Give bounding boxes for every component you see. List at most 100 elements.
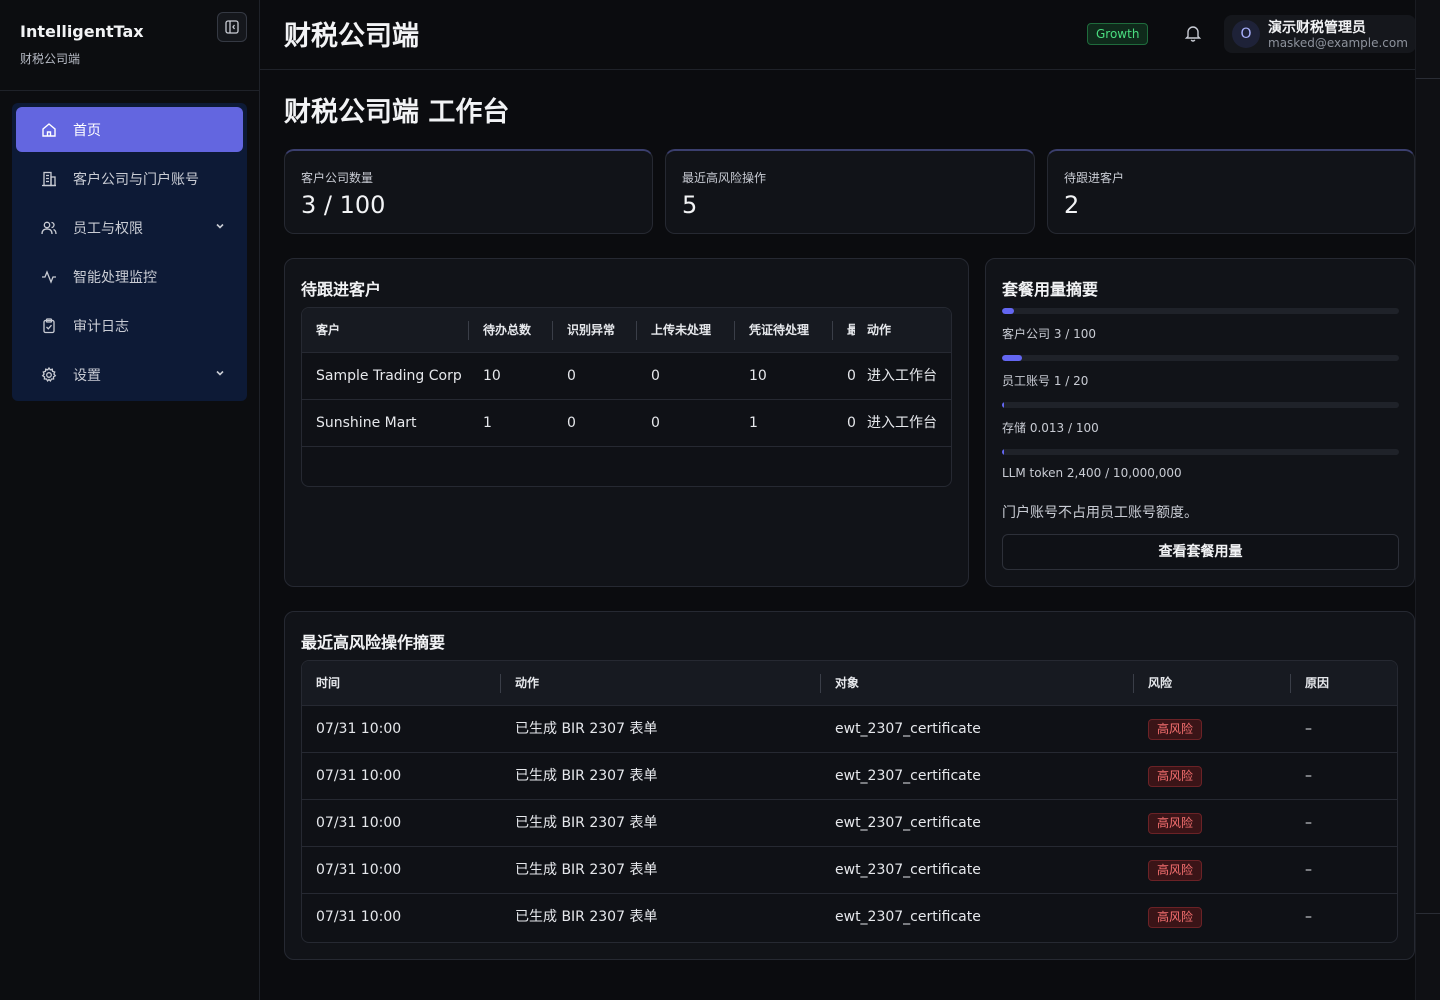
risk-badge: 高风险 [1148,765,1203,787]
home-icon [40,121,58,139]
progress-bar [1002,355,1399,361]
table-row: 07/31 10:00 已生成 BIR 2307 表单 ewt_2307_cer… [302,847,1397,894]
plan-badge: Growth [1087,23,1149,45]
sidebar-item-label: 智能处理监控 [73,269,157,286]
sidebar-collapse-button[interactable] [217,12,247,42]
usage-label: LLM token 2,400 / 10,000,000 [1002,466,1182,480]
section-title: 套餐用量摘要 [1002,280,1099,299]
followup-card: 待跟进客户 客户 待办总数 识别异常 上传未处理 凭证待处理 最 动作 Samp… [284,258,969,587]
risk-card: 最近高风险操作摘要 时间 动作 对象 风险 原因 07/31 10:00 已生成… [284,611,1415,960]
cell-risk: 高风险 [1148,894,1203,941]
column-header[interactable]: 对象 [835,661,859,706]
sidebar-item-staff[interactable]: 员工与权限 [16,205,243,250]
cell-object: ewt_2307_certificate [835,862,981,878]
cell-time: 07/31 10:00 [316,862,402,878]
risk-table: 时间 动作 对象 风险 原因 07/31 10:00 已生成 BIR 2307 … [301,660,1398,943]
column-header[interactable]: 风险 [1148,661,1172,706]
column-header[interactable]: 待办总数 [483,308,553,353]
stat-value: 2 [1064,191,1080,219]
column-header[interactable]: 动作 [515,661,539,706]
stat-label: 最近高风险操作 [682,171,767,185]
column-header[interactable]: 动作 [867,308,927,353]
stat-card-clients: 客户公司数量 3 / 100 [284,149,653,234]
sidebar-item-audit-log[interactable]: 审计日志 [16,303,243,348]
enter-workspace-link[interactable]: 进入工作台 [867,353,937,400]
column-header[interactable]: 原因 [1305,661,1329,706]
cell-risk: 高风险 [1148,847,1203,894]
cell-risk: 高风险 [1148,753,1203,800]
column-header[interactable]: 识别异常 [567,308,637,353]
progress-bar [1002,402,1399,408]
cell-reason: – [1305,909,1312,925]
stat-label: 客户公司数量 [301,171,374,185]
user-menu[interactable]: O 演示财税管理员 masked@example.com [1224,15,1416,53]
usage-item: LLM token 2,400 / 10,000,000 [1002,449,1399,480]
user-email: masked@example.com [1268,36,1408,50]
column-header[interactable]: 最 [847,308,855,353]
progress-fill [1002,402,1004,408]
risk-badge: 高风险 [1148,718,1203,740]
scrollbar[interactable] [1415,0,1440,1000]
section-title: 最近高风险操作摘要 [301,633,446,652]
progress-fill [1002,308,1014,314]
cell-time: 07/31 10:00 [316,721,402,737]
panel-left-icon [225,20,239,34]
cell-anomaly: 0 [567,415,576,431]
cell-risk: 高风险 [1148,800,1203,847]
cell-voucher: 1 [749,415,758,431]
table-row: Sample Trading Corp 10 0 0 10 0 进入工作台 [302,353,951,400]
progress-fill [1002,355,1022,361]
cell-reason: – [1305,721,1312,737]
cell-object: ewt_2307_certificate [835,909,981,925]
risk-badge: 高风险 [1148,906,1203,928]
table-row: 07/31 10:00 已生成 BIR 2307 表单 ewt_2307_cer… [302,894,1397,941]
sidebar-item-monitoring[interactable]: 智能处理监控 [16,254,243,299]
column-header[interactable]: 时间 [316,661,340,706]
bell-icon[interactable] [1184,24,1202,46]
cell-object: ewt_2307_certificate [835,721,981,737]
cell-last: 0 [847,400,855,447]
cell-time: 07/31 10:00 [316,909,402,925]
stat-value: 5 [682,191,698,219]
cell-action: 已生成 BIR 2307 表单 [515,768,658,784]
cell-reason: – [1305,815,1312,831]
table-header: 客户 待办总数 识别异常 上传未处理 凭证待处理 最 动作 [302,308,951,353]
cell-action: 已生成 BIR 2307 表单 [515,815,658,831]
sidebar-item-label: 首页 [73,122,101,139]
progress-bar [1002,308,1399,314]
activity-icon [40,268,58,286]
column-header[interactable]: 客户 [316,308,456,353]
table-row: 07/31 10:00 已生成 BIR 2307 表单 ewt_2307_cer… [302,800,1397,847]
cell-customer: Sunshine Mart [316,415,417,431]
section-title: 待跟进客户 [301,280,382,299]
usage-note: 门户账号不占用员工账号额度。 [1002,505,1198,521]
sidebar-item-settings[interactable]: 设置 [16,352,243,397]
usage-label: 客户公司 3 / 100 [1002,327,1097,341]
cell-object: ewt_2307_certificate [835,768,981,784]
enter-workspace-link[interactable]: 进入工作台 [867,400,937,447]
cell-action: 已生成 BIR 2307 表单 [515,862,658,878]
brand-subtitle: 财税公司端 [20,52,81,66]
sidebar-item-label: 审计日志 [73,318,129,335]
cell-total: 1 [483,415,492,431]
sidebar-divider [0,90,259,91]
cell-action: 已生成 BIR 2307 表单 [515,721,658,737]
column-header[interactable]: 上传未处理 [651,308,731,353]
chevron-down-icon [215,366,225,382]
cell-last: 0 [847,353,855,400]
cell-total: 10 [483,368,501,384]
sidebar-item-home[interactable]: 首页 [16,107,243,152]
table-header: 时间 动作 对象 风险 原因 [302,661,1397,706]
sidebar-item-label: 客户公司与门户账号 [73,171,199,188]
gear-icon [40,366,58,384]
cell-uploaded: 0 [651,368,660,384]
usage-item: 存储 0.013 / 100 [1002,402,1399,436]
sidebar-item-clients[interactable]: 客户公司与门户账号 [16,156,243,201]
column-header[interactable]: 凭证待处理 [749,308,829,353]
stat-card-risk-ops: 最近高风险操作 5 [665,149,1035,234]
stat-label: 待跟进客户 [1064,171,1125,185]
cell-time: 07/31 10:00 [316,768,402,784]
view-usage-button[interactable]: 查看套餐用量 [1002,534,1399,570]
building-icon [40,170,58,188]
stat-card-followup: 待跟进客户 2 [1047,149,1415,234]
